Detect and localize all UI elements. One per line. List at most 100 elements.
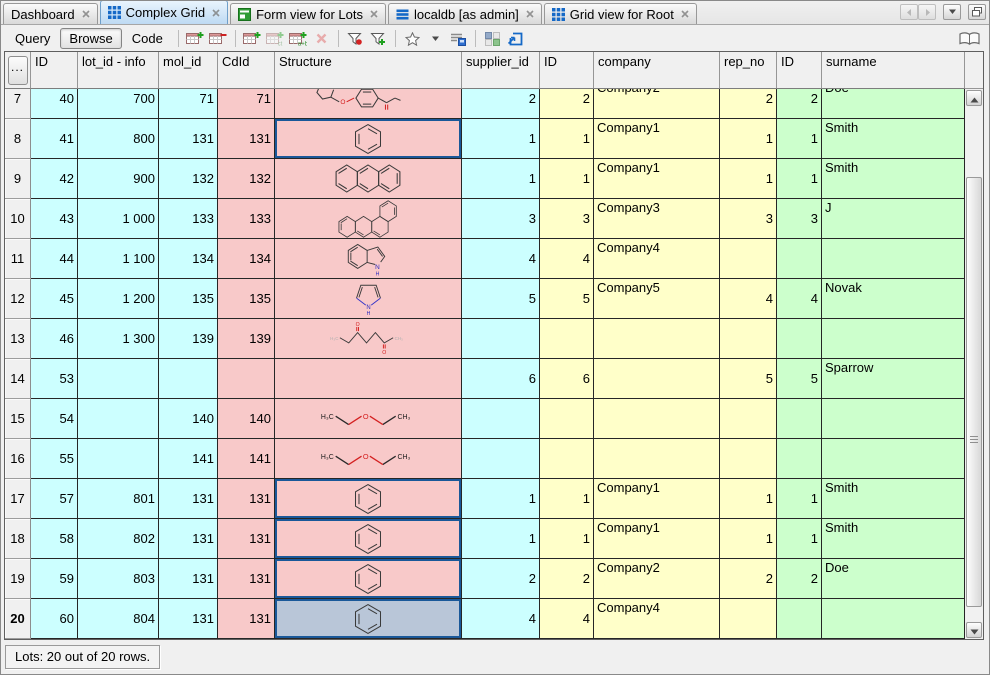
cell-surname[interactable] bbox=[822, 599, 965, 639]
column-header-cdid[interactable]: CdId bbox=[218, 52, 275, 89]
row-number-cell[interactable]: 12 bbox=[5, 279, 31, 319]
cell-cdid[interactable]: 140 bbox=[218, 399, 275, 439]
cell-id[interactable]: 54 bbox=[31, 399, 78, 439]
column-header-id[interactable]: ID bbox=[31, 52, 78, 89]
cell-structure[interactable]: NH bbox=[275, 239, 462, 279]
cell-cdid[interactable]: 131 bbox=[218, 599, 275, 639]
cell-supplier[interactable]: 1 bbox=[462, 479, 540, 519]
row-number-cell[interactable]: 10 bbox=[5, 199, 31, 239]
tab-grid-view-for-root[interactable]: Grid view for Root bbox=[544, 3, 697, 24]
cell-lot[interactable] bbox=[78, 399, 159, 439]
cell-lot[interactable]: 801 bbox=[78, 479, 159, 519]
cell-id3[interactable]: 1 bbox=[777, 159, 822, 199]
cell-surname[interactable]: Novak bbox=[822, 279, 965, 319]
cell-supplier[interactable]: 1 bbox=[462, 119, 540, 159]
cell-structure[interactable] bbox=[275, 359, 462, 399]
tab-close-icon[interactable] bbox=[82, 10, 90, 18]
cell-company[interactable] bbox=[594, 439, 720, 479]
cell-rep[interactable]: 4 bbox=[720, 279, 777, 319]
cell-id[interactable]: 42 bbox=[31, 159, 78, 199]
cell-mol[interactable]: 132 bbox=[159, 159, 218, 199]
cell-lot[interactable]: 1 100 bbox=[78, 239, 159, 279]
delete-row-button[interactable] bbox=[207, 28, 230, 49]
cell-id[interactable]: 57 bbox=[31, 479, 78, 519]
favorites-dropdown-button[interactable] bbox=[424, 28, 447, 49]
cell-id[interactable]: 53 bbox=[31, 359, 78, 399]
cell-structure[interactable]: OH₃CCH₃ bbox=[275, 439, 462, 479]
cell-cdid[interactable]: 139 bbox=[218, 319, 275, 359]
cell-id[interactable]: 60 bbox=[31, 599, 78, 639]
cell-id3[interactable]: 2 bbox=[777, 559, 822, 599]
cell-company[interactable]: Company5 bbox=[594, 279, 720, 319]
cell-cdid[interactable]: 71 bbox=[218, 89, 275, 119]
cell-structure[interactable] bbox=[275, 199, 462, 239]
row-number-cell[interactable]: 11 bbox=[5, 239, 31, 279]
cancel-changes-button[interactable] bbox=[310, 28, 333, 49]
add-filter-button[interactable] bbox=[367, 28, 390, 49]
cell-rep[interactable] bbox=[720, 439, 777, 479]
cell-supplier[interactable] bbox=[462, 319, 540, 359]
cell-surname[interactable]: Smith bbox=[822, 519, 965, 559]
cell-id[interactable]: 44 bbox=[31, 239, 78, 279]
cell-lot[interactable] bbox=[78, 439, 159, 479]
cell-lot[interactable]: 1 000 bbox=[78, 199, 159, 239]
cell-cdid[interactable]: 134 bbox=[218, 239, 275, 279]
cell-id2[interactable]: 4 bbox=[540, 239, 594, 279]
tab-dashboard[interactable]: Dashboard bbox=[3, 3, 98, 24]
cell-mol[interactable]: 71 bbox=[159, 89, 218, 119]
tab-complex-grid[interactable]: Complex Grid bbox=[100, 0, 228, 24]
tab-localdb-as-admin[interactable]: localdb [as admin] bbox=[388, 3, 542, 24]
column-selector-button[interactable]: ... bbox=[8, 56, 28, 85]
scroll-tabs-left-button[interactable] bbox=[900, 4, 918, 20]
cell-id2[interactable]: 1 bbox=[540, 519, 594, 559]
cell-lot[interactable]: 900 bbox=[78, 159, 159, 199]
cell-cdid[interactable]: 135 bbox=[218, 279, 275, 319]
cell-structure[interactable] bbox=[275, 519, 462, 559]
cell-rep[interactable] bbox=[720, 319, 777, 359]
cell-company[interactable]: Company4 bbox=[594, 239, 720, 279]
cell-rep[interactable] bbox=[720, 599, 777, 639]
cell-supplier[interactable] bbox=[462, 439, 540, 479]
cell-mol[interactable]: 140 bbox=[159, 399, 218, 439]
cell-company[interactable] bbox=[594, 399, 720, 439]
open-in-window-button[interactable] bbox=[504, 28, 527, 49]
float-window-button[interactable] bbox=[968, 4, 986, 20]
cell-surname[interactable]: J bbox=[822, 199, 965, 239]
column-header-selector[interactable]: ... bbox=[5, 52, 31, 89]
cell-rep[interactable]: 1 bbox=[720, 159, 777, 199]
clone-row-ab-button[interactable]: a+b bbox=[287, 28, 310, 49]
cell-lot[interactable] bbox=[78, 359, 159, 399]
cell-id[interactable]: 58 bbox=[31, 519, 78, 559]
cell-company[interactable]: Company4 bbox=[594, 599, 720, 639]
cell-id3[interactable]: 5 bbox=[777, 359, 822, 399]
grid-settings-button[interactable] bbox=[447, 28, 470, 49]
mode-browse-button[interactable]: Browse bbox=[60, 28, 121, 49]
cell-structure[interactable] bbox=[275, 559, 462, 599]
cell-lot[interactable]: 804 bbox=[78, 599, 159, 639]
cell-structure[interactable]: OH₃CCH₃ bbox=[275, 399, 462, 439]
cell-structure[interactable]: O bbox=[275, 89, 462, 119]
cell-id[interactable]: 41 bbox=[31, 119, 78, 159]
cell-structure[interactable] bbox=[275, 479, 462, 519]
cell-id[interactable]: 43 bbox=[31, 199, 78, 239]
cell-mol[interactable]: 131 bbox=[159, 119, 218, 159]
column-header-company[interactable]: company bbox=[594, 52, 720, 89]
row-number-cell[interactable]: 13 bbox=[5, 319, 31, 359]
column-header-lot-id-info[interactable]: lot_id - info bbox=[78, 52, 159, 89]
insert-child-row-button[interactable] bbox=[241, 28, 264, 49]
cell-id2[interactable]: 2 bbox=[540, 559, 594, 599]
cell-structure[interactable] bbox=[275, 119, 462, 159]
cell-id3[interactable] bbox=[777, 239, 822, 279]
cell-supplier[interactable]: 4 bbox=[462, 239, 540, 279]
cell-id3[interactable]: 3 bbox=[777, 199, 822, 239]
cell-company[interactable]: Company1 bbox=[594, 159, 720, 199]
cell-mol[interactable]: 131 bbox=[159, 599, 218, 639]
cell-id3[interactable]: 2 bbox=[777, 89, 822, 119]
column-header-surname[interactable]: surname bbox=[822, 52, 965, 89]
cell-structure[interactable] bbox=[275, 159, 462, 199]
column-header-id[interactable]: ID bbox=[540, 52, 594, 89]
cell-id3[interactable]: 1 bbox=[777, 119, 822, 159]
cell-supplier[interactable] bbox=[462, 399, 540, 439]
column-header-supplier-id[interactable]: supplier_id bbox=[462, 52, 540, 89]
cell-id2[interactable] bbox=[540, 319, 594, 359]
